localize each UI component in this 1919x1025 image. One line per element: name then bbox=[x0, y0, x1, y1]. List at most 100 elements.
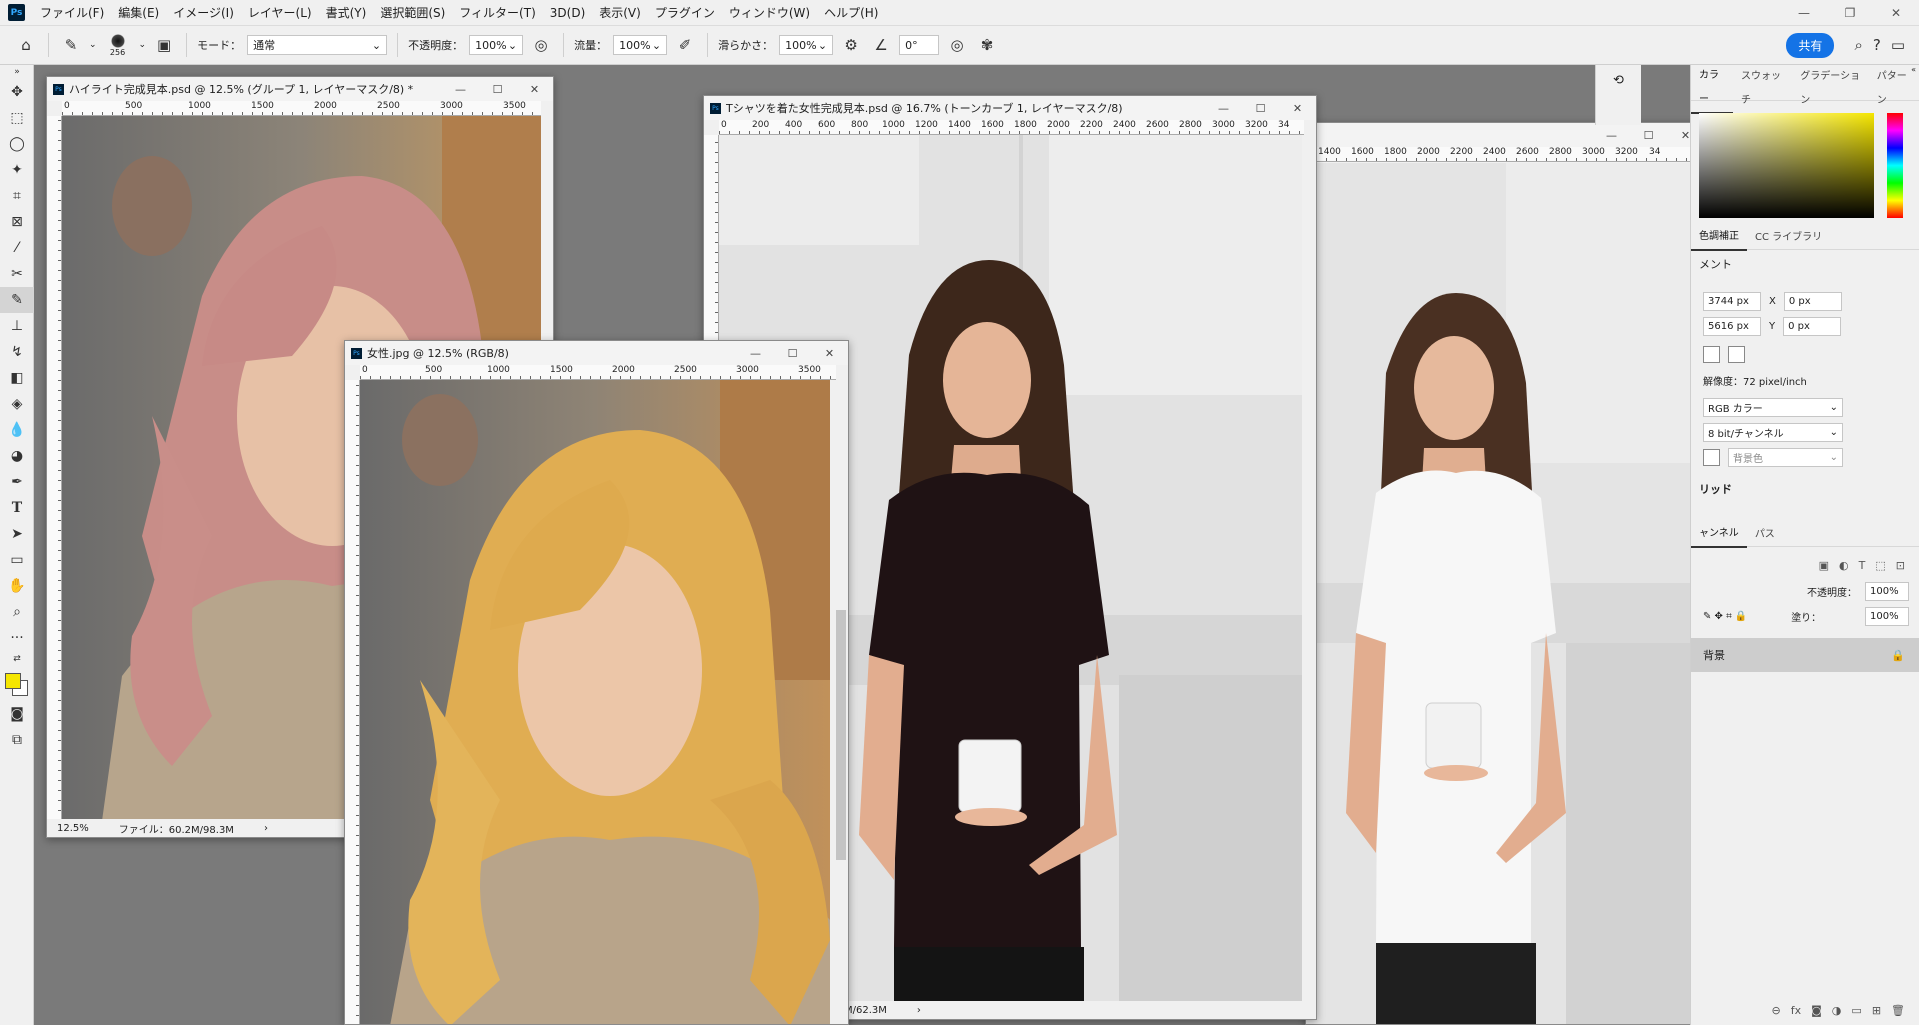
restore-icon[interactable]: ❐ bbox=[1827, 0, 1873, 26]
width-field[interactable]: 3744 px bbox=[1703, 292, 1761, 311]
rectangle-tool-icon[interactable]: ▭ bbox=[0, 547, 34, 573]
gear-icon[interactable]: ⚙ bbox=[839, 33, 863, 57]
scrollbar-thumb[interactable] bbox=[836, 610, 846, 860]
lasso-tool-icon[interactable]: ◯ bbox=[0, 131, 34, 157]
layer-fill-field[interactable]: 100% bbox=[1864, 607, 1909, 626]
close-icon[interactable]: ✕ bbox=[1279, 102, 1316, 115]
collapse-icon[interactable]: « bbox=[1691, 65, 1919, 75]
bit-depth-select[interactable]: 8 bit/チャンネル ⌄ bbox=[1703, 423, 1843, 442]
symmetry-icon[interactable]: ✾ bbox=[975, 33, 999, 57]
move-tool-icon[interactable]: ✥ bbox=[0, 79, 34, 105]
pressure-size-icon[interactable]: ◎ bbox=[945, 33, 969, 57]
tab-channels[interactable]: ャンネル bbox=[1691, 522, 1747, 548]
layer-row-background[interactable]: 背景 🔒 bbox=[1691, 638, 1919, 672]
document-window-white-tshirt[interactable]: — ☐ ✕ 1400 1600 1800 2000 2200 2400 2600… bbox=[1305, 122, 1705, 1025]
hand-tool-icon[interactable]: ✋ bbox=[0, 573, 34, 599]
crop-tool-icon[interactable]: ⌗ bbox=[0, 183, 34, 209]
canvas-blonde-woman[interactable] bbox=[360, 380, 830, 1024]
menu-3d[interactable]: 3D(D) bbox=[543, 0, 592, 26]
workspace-icon[interactable]: ▭ bbox=[1891, 36, 1905, 54]
shape-filter-icon[interactable]: ⬚ bbox=[1875, 559, 1885, 572]
magic-wand-tool-icon[interactable]: ✦ bbox=[0, 157, 34, 183]
vertical-scrollbar[interactable] bbox=[1302, 135, 1316, 1003]
menu-image[interactable]: イメージ(I) bbox=[166, 0, 241, 26]
blur-tool-icon[interactable]: 💧 bbox=[0, 417, 34, 443]
collapse-icon[interactable]: » bbox=[0, 65, 34, 79]
document-title-bar[interactable]: — ☐ ✕ bbox=[1306, 123, 1704, 147]
color-picker[interactable] bbox=[1691, 101, 1919, 226]
mode-select[interactable]: 通常 ⌄ bbox=[247, 35, 388, 55]
zoom-tool-icon[interactable]: ⌕ bbox=[0, 599, 34, 625]
dodge-tool-icon[interactable]: ◕ bbox=[0, 443, 34, 469]
chevron-down-icon[interactable]: ⌄ bbox=[89, 40, 97, 50]
share-button[interactable]: 共有 bbox=[1786, 32, 1835, 58]
chevron-right-icon[interactable]: › bbox=[917, 1005, 921, 1016]
x-field[interactable]: 0 px bbox=[1783, 292, 1842, 311]
minimize-icon[interactable]: — bbox=[1593, 129, 1630, 142]
background-fill-select[interactable]: 背景色 ⌄ bbox=[1728, 448, 1843, 467]
pen-tool-icon[interactable]: ✒ bbox=[0, 469, 34, 495]
tab-adjustments[interactable]: 色調補正 bbox=[1691, 225, 1747, 251]
history-brush-tool-icon[interactable]: ↯ bbox=[0, 339, 34, 365]
color-field[interactable] bbox=[1699, 113, 1874, 218]
menu-select[interactable]: 選択範囲(S) bbox=[373, 0, 452, 26]
zoom-level[interactable]: 12.5% bbox=[57, 823, 89, 834]
brush-tool-icon[interactable]: ✎ bbox=[0, 287, 34, 313]
clone-stamp-tool-icon[interactable]: ⊥ bbox=[0, 313, 34, 339]
hue-slider[interactable] bbox=[1887, 113, 1903, 218]
fx-icon[interactable]: fx bbox=[1791, 1004, 1801, 1017]
menu-edit[interactable]: 編集(E) bbox=[111, 0, 166, 26]
y-field[interactable]: 0 px bbox=[1783, 317, 1842, 336]
eraser-tool-icon[interactable]: ◧ bbox=[0, 365, 34, 391]
maximize-icon[interactable]: ☐ bbox=[1630, 129, 1667, 142]
minimize-icon[interactable]: — bbox=[1781, 0, 1827, 26]
smart-object-filter-icon[interactable]: ⊡ bbox=[1896, 559, 1905, 572]
menu-help[interactable]: ヘルプ(H) bbox=[817, 0, 885, 26]
frame-tool-icon[interactable]: ⊠ bbox=[0, 209, 34, 235]
flow-field[interactable]: 100% ⌄ bbox=[613, 35, 668, 55]
type-tool-icon[interactable]: T bbox=[0, 495, 34, 521]
portrait-orientation-icon[interactable] bbox=[1703, 346, 1720, 363]
close-icon[interactable]: ✕ bbox=[516, 83, 553, 96]
eyedropper-tool-icon[interactable]: ⁄ bbox=[0, 235, 34, 261]
healing-brush-tool-icon[interactable]: ✂ bbox=[0, 261, 34, 287]
lock-icons[interactable]: ✎ ✥ ⌗ 🔒 bbox=[1703, 611, 1747, 622]
help-icon[interactable]: ? bbox=[1873, 36, 1881, 54]
document-title-bar[interactable]: Ps Tシャツを着た女性完成見本.psd @ 16.7% (トーンカーブ 1, … bbox=[704, 96, 1316, 120]
trash-icon[interactable]: 🗑 bbox=[1891, 1004, 1905, 1017]
tab-cc-libraries[interactable]: CC ライブラリ bbox=[1747, 226, 1830, 250]
color-mode-select[interactable]: RGB カラー ⌄ bbox=[1703, 398, 1843, 417]
type-filter-icon[interactable]: T bbox=[1859, 559, 1866, 572]
document-window-woman-jpg[interactable]: Ps 女性.jpg @ 12.5% (RGB/8) — ☐ ✕ 0 500 10… bbox=[344, 340, 849, 1025]
close-icon[interactable]: ✕ bbox=[1873, 0, 1919, 26]
link-icon[interactable]: ⊖ bbox=[1772, 1004, 1781, 1017]
airbrush-icon[interactable]: ✐ bbox=[673, 33, 697, 57]
new-layer-icon[interactable]: ⊞ bbox=[1872, 1004, 1881, 1017]
more-tools-icon[interactable]: ··· bbox=[0, 625, 34, 651]
menu-file[interactable]: ファイル(F) bbox=[33, 0, 111, 26]
maximize-icon[interactable]: ☐ bbox=[479, 83, 516, 96]
path-selection-tool-icon[interactable]: ➤ bbox=[0, 521, 34, 547]
maximize-icon[interactable]: ☐ bbox=[774, 347, 811, 360]
minimize-icon[interactable]: — bbox=[737, 347, 774, 360]
screen-mode-icon[interactable]: ⧉ bbox=[0, 727, 34, 753]
quick-mask-icon[interactable]: ◙ bbox=[0, 701, 34, 727]
brush-tool-preset-icon[interactable]: ✎ bbox=[59, 33, 83, 57]
menu-view[interactable]: 表示(V) bbox=[592, 0, 648, 26]
search-icon[interactable]: ⌕ bbox=[1854, 36, 1862, 54]
height-field[interactable]: 5616 px bbox=[1703, 317, 1761, 336]
home-icon[interactable]: ⌂ bbox=[14, 33, 38, 57]
swap-colors-icon[interactable]: ⇄ bbox=[0, 651, 34, 667]
image-filter-icon[interactable]: ▣ bbox=[1819, 559, 1829, 572]
document-title-bar[interactable]: Ps 女性.jpg @ 12.5% (RGB/8) — ☐ ✕ bbox=[345, 341, 848, 365]
menu-window[interactable]: ウィンドウ(W) bbox=[722, 0, 817, 26]
brush-size-picker[interactable]: 256 bbox=[103, 33, 133, 57]
marquee-tool-icon[interactable]: ⬚ bbox=[0, 105, 34, 131]
menu-plugins[interactable]: プラグイン bbox=[648, 0, 722, 26]
menu-layer[interactable]: レイヤー(L) bbox=[241, 0, 319, 26]
mask-icon[interactable]: ◙ bbox=[1811, 1004, 1822, 1017]
document-title-bar[interactable]: Ps ハイライト完成見本.psd @ 12.5% (グループ 1, レイヤーマス… bbox=[47, 77, 553, 101]
folder-icon[interactable]: ▭ bbox=[1851, 1004, 1861, 1017]
brush-settings-icon[interactable]: ▣ bbox=[152, 33, 176, 57]
menu-filter[interactable]: フィルター(T) bbox=[452, 0, 542, 26]
